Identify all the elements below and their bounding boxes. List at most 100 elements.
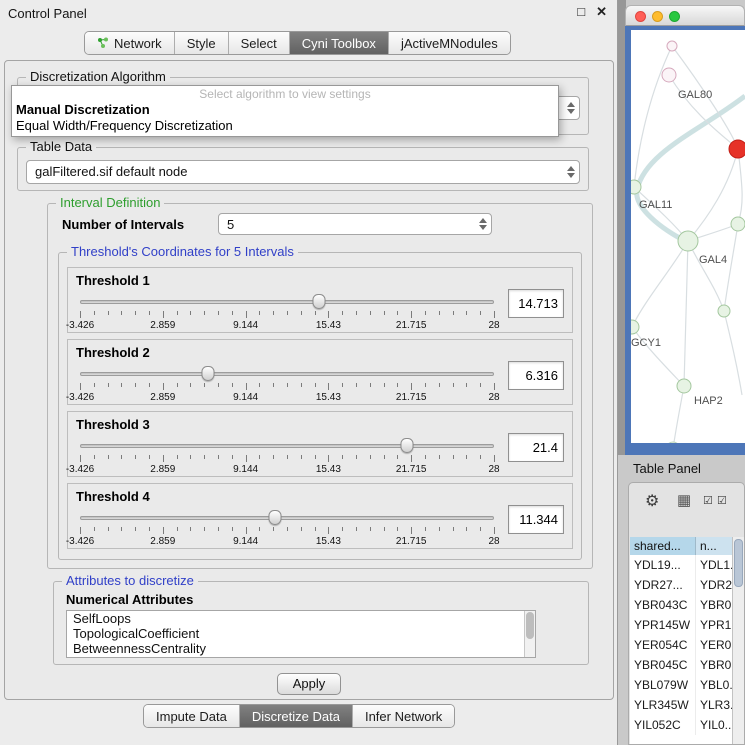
- slider-thumb[interactable]: [401, 438, 414, 453]
- threshold-4-value-field[interactable]: 11.344: [508, 505, 564, 534]
- tab-infer-network[interactable]: Infer Network: [353, 705, 454, 727]
- ruler-tick: [466, 527, 467, 531]
- slider-track[interactable]: [80, 516, 494, 520]
- ruler-tick: [273, 311, 274, 315]
- gear-icon[interactable]: ⚙: [645, 491, 659, 511]
- zoom-traffic-light-icon[interactable]: [669, 11, 680, 22]
- number-of-intervals-combobox[interactable]: 5: [218, 213, 492, 235]
- table-row[interactable]: YBR045CYBR0...: [630, 655, 732, 675]
- network-window-titlebar[interactable]: [625, 5, 745, 26]
- tab-select[interactable]: Select: [229, 32, 290, 54]
- table-cell: YBR0...: [696, 595, 732, 615]
- ruler-tick: [218, 383, 219, 387]
- tab-network[interactable]: Network: [85, 32, 175, 54]
- table-row[interactable]: YLR345WYLR3...: [630, 695, 732, 715]
- combo-arrows-icon: [477, 217, 488, 231]
- ruler-tick: [177, 311, 178, 315]
- ruler-tick: [466, 383, 467, 387]
- numerical-attributes-label: Numerical Attributes: [66, 592, 193, 607]
- network-canvas[interactable]: GAL80GAL11GAL4GCY1HAP2: [631, 30, 745, 443]
- threshold-4-slider[interactable]: -3.4262.8599.14415.4321.71528: [80, 508, 494, 548]
- slider-tick-labels: -3.4262.8599.14415.4321.71528: [80, 320, 494, 331]
- network-node[interactable]: [631, 320, 639, 334]
- slider-thumb[interactable]: [268, 510, 281, 525]
- ruler-tick: [301, 311, 302, 315]
- ruler-tick: [204, 311, 205, 315]
- ruler-tick: [259, 311, 260, 315]
- slider-track[interactable]: [80, 300, 494, 304]
- network-node[interactable]: [677, 379, 691, 393]
- node-table: shared... n... YDL19...YDL1...YDR27...YD…: [630, 537, 732, 744]
- slider-track[interactable]: [80, 372, 494, 376]
- threshold-panel-4: Threshold 4 -3.4262.8599.14415.4321.7152…: [67, 483, 573, 549]
- table-row[interactable]: YDR27...YDR2...: [630, 575, 732, 595]
- column-header-name[interactable]: n...: [696, 537, 732, 555]
- tab-style[interactable]: Style: [175, 32, 229, 54]
- slider-track[interactable]: [80, 444, 494, 448]
- algorithm-dropdown-popup: Select algorithm to view settings Manual…: [11, 85, 559, 137]
- ruler-tick: [453, 455, 454, 459]
- close-icon[interactable]: ✕: [596, 4, 607, 20]
- interval-definition-group: Interval Definition Number of Intervals …: [47, 203, 593, 569]
- threshold-3-value-field[interactable]: 21.4: [508, 433, 564, 462]
- scrollbar-thumb[interactable]: [526, 612, 534, 639]
- threshold-3-slider[interactable]: -3.4262.8599.14415.4321.71528: [80, 436, 494, 476]
- table-scrollbar[interactable]: [732, 537, 744, 744]
- minimize-traffic-light-icon[interactable]: [652, 11, 663, 22]
- network-node[interactable]: [666, 442, 680, 443]
- table-cell: YBR045C: [630, 655, 696, 675]
- slider-thumb[interactable]: [312, 294, 325, 309]
- ruler-tick: [384, 527, 385, 531]
- table-row[interactable]: YPR145WYPR1...: [630, 615, 732, 635]
- numerical-attributes-list[interactable]: SelfLoopsTopologicalCoefficientBetweenne…: [66, 610, 536, 658]
- network-node[interactable]: [667, 41, 677, 51]
- list-scrollbar[interactable]: [524, 611, 535, 657]
- tab-jactivemnodules[interactable]: jActiveMNodules: [389, 32, 510, 54]
- network-node[interactable]: [678, 231, 698, 251]
- select-all-checkbox-icon[interactable]: ☑: [703, 494, 713, 507]
- table-row[interactable]: YBR043CYBR0...: [630, 595, 732, 615]
- ruler-tick: [397, 383, 398, 387]
- popup-option-equal-width[interactable]: Equal Width/Frequency Discretization: [12, 118, 558, 134]
- ruler-tick: [480, 311, 481, 315]
- network-node[interactable]: [731, 217, 745, 231]
- slider-thumb[interactable]: [202, 366, 215, 381]
- show-columns-checkbox-icon[interactable]: ☑: [717, 494, 727, 507]
- ruler-tick: [411, 311, 412, 318]
- ruler-tick: [218, 455, 219, 459]
- tab-discretize-data[interactable]: Discretize Data: [240, 705, 353, 727]
- tick-label: 28: [488, 536, 499, 547]
- column-header-shared-name[interactable]: shared...: [630, 537, 696, 555]
- table-row[interactable]: YER054CYER0...: [630, 635, 732, 655]
- ruler-tick: [315, 383, 316, 387]
- ruler-tick: [342, 527, 343, 531]
- tab-cyni-toolbox[interactable]: Cyni Toolbox: [290, 32, 389, 54]
- tab-impute-data[interactable]: Impute Data: [144, 705, 240, 727]
- attribute-list-item[interactable]: TopologicalCoefficient: [67, 626, 535, 641]
- table-row[interactable]: YIL052CYIL0...: [630, 715, 732, 735]
- scrollbar-thumb[interactable]: [734, 539, 743, 587]
- network-node[interactable]: [631, 180, 641, 194]
- table-row[interactable]: YBL079WYBL0...: [630, 675, 732, 695]
- ruler-tick: [328, 383, 329, 390]
- minimize-icon[interactable]: □: [577, 4, 585, 20]
- table-data-combobox[interactable]: galFiltered.sif default node: [26, 160, 580, 184]
- attribute-list-item[interactable]: BetweennessCentrality: [67, 641, 535, 656]
- network-node[interactable]: [662, 68, 676, 82]
- ruler-tick: [232, 527, 233, 531]
- threshold-2-slider[interactable]: -3.4262.8599.14415.4321.71528: [80, 364, 494, 404]
- table-cell: YER0...: [696, 635, 732, 655]
- table-row[interactable]: YDL19...YDL1...: [630, 555, 732, 575]
- node-label: GAL11: [639, 199, 672, 211]
- columns-icon[interactable]: ▦: [677, 491, 691, 509]
- threshold-1-value-field[interactable]: 14.713: [508, 289, 564, 318]
- popup-option-manual-discretization[interactable]: Manual Discretization: [12, 102, 558, 118]
- attribute-list-item[interactable]: SelfLoops: [67, 611, 535, 626]
- threshold-2-value-field[interactable]: 6.316: [508, 361, 564, 390]
- apply-button[interactable]: Apply: [277, 673, 341, 695]
- close-traffic-light-icon[interactable]: [635, 11, 646, 22]
- threshold-1-slider[interactable]: -3.4262.8599.14415.4321.71528: [80, 292, 494, 332]
- network-node[interactable]: [718, 305, 730, 317]
- ruler-tick: [439, 527, 440, 531]
- network-node[interactable]: [729, 140, 745, 158]
